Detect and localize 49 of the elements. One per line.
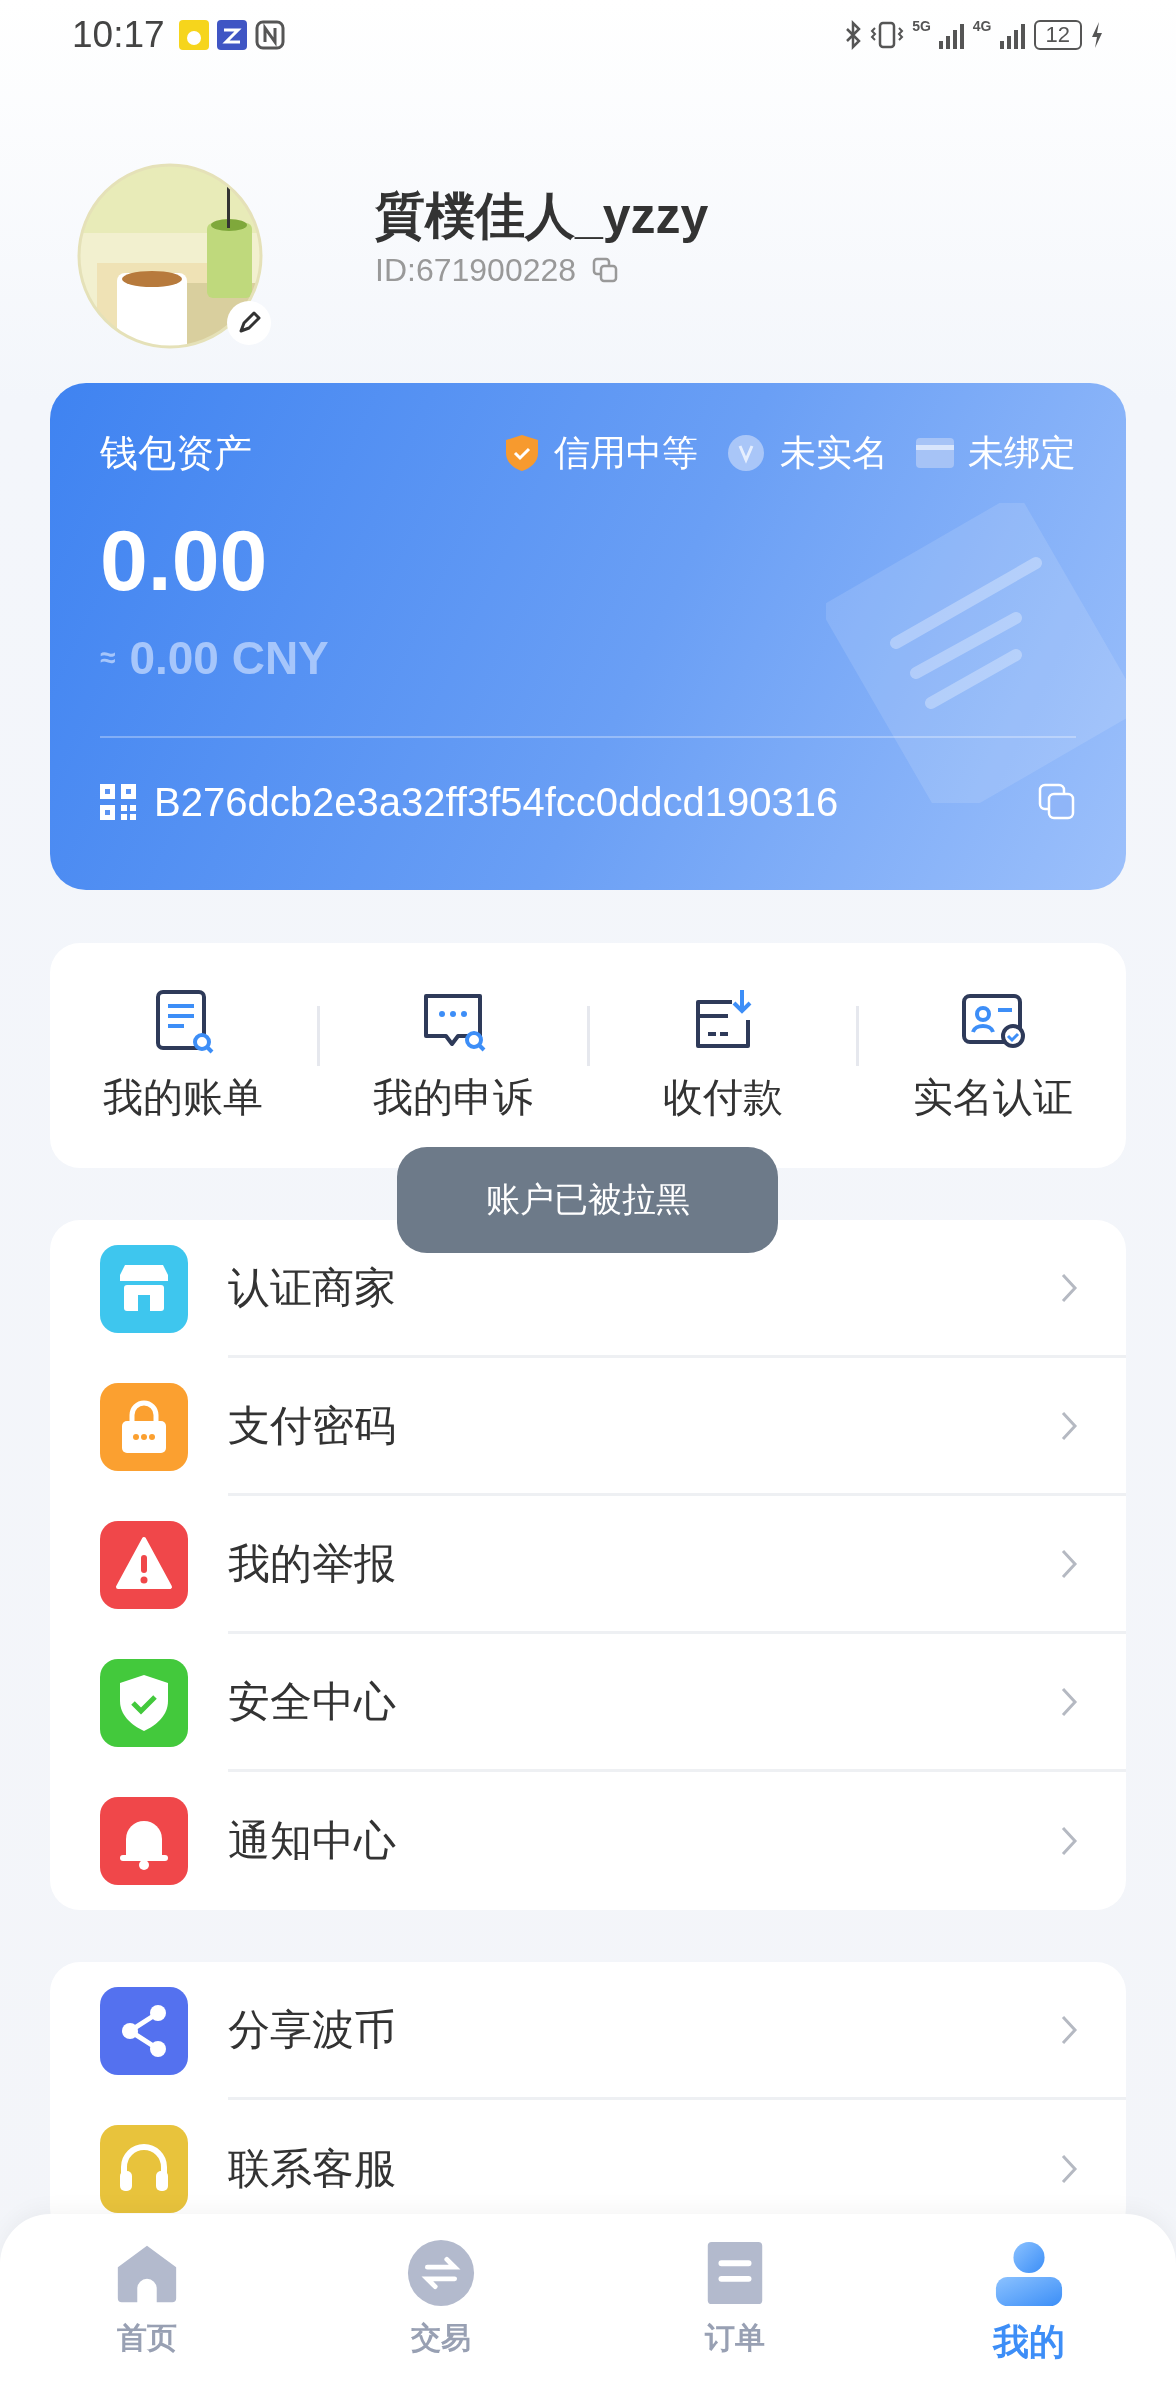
shortcut-label[interactable]: 我的申诉	[373, 1070, 534, 1125]
status-label: 未实名	[780, 430, 888, 475]
copy-icon[interactable]	[592, 257, 619, 283]
network-label: 5G	[912, 18, 931, 34]
chevron-right-icon[interactable]	[1060, 2013, 1078, 2046]
menu-item[interactable]: 分享波币	[228, 2001, 1060, 2058]
chevron-right-icon[interactable]	[1060, 1409, 1078, 1442]
status-label: 信用中等	[554, 430, 698, 475]
nfc-icon	[254, 20, 285, 50]
balance-amount: 0.00	[100, 511, 269, 610]
chevron-right-icon[interactable]	[1060, 2153, 1078, 2185]
user-id: ID:671900228	[375, 251, 577, 289]
battery-level: 12	[1033, 20, 1082, 50]
menu-item[interactable]: 安全中心	[228, 1673, 1060, 1730]
menu-item[interactable]: 我的举报	[228, 1535, 1060, 1592]
status-label: 未绑定	[968, 430, 1076, 475]
edit-icon[interactable]	[227, 301, 271, 345]
signal-icon	[999, 21, 1026, 49]
chevron-right-icon[interactable]	[1060, 1271, 1078, 1304]
user-name: 質樸佳人_yzzy	[375, 186, 709, 246]
converted-amount: 0.00 CNY	[129, 631, 329, 685]
toast-message: 账户已被拉黑	[397, 1147, 778, 1253]
charging-icon	[1090, 20, 1104, 50]
exchange-icon	[406, 2238, 476, 2308]
menu-item[interactable]: 联系客服	[228, 2141, 1060, 2197]
app-notification-icon	[178, 20, 209, 50]
chevron-right-icon[interactable]	[1060, 1685, 1078, 1718]
vibrate-icon	[870, 20, 905, 50]
shortcut-label[interactable]: 我的账单	[103, 1070, 264, 1125]
signal-icon	[938, 21, 965, 49]
wallet-address: B276dcb2e3a32ff3f54fcc0ddcd190316	[154, 779, 839, 825]
status-time: 10:17	[72, 14, 165, 56]
copy-icon[interactable]	[1038, 783, 1076, 821]
menu-item[interactable]: 认证商家	[228, 1259, 1060, 1316]
shortcut-label[interactable]: 收付款	[662, 1070, 783, 1125]
shield-check-icon	[504, 434, 540, 472]
verified-badge-icon	[726, 433, 766, 473]
qr-code-icon[interactable]	[100, 784, 136, 820]
wallet-title: 钱包资产	[100, 430, 252, 476]
network-label: 4G	[972, 18, 992, 34]
app-notification-icon	[216, 20, 247, 50]
menu-item[interactable]: 支付密码	[228, 1397, 1060, 1454]
shortcut-label[interactable]: 实名认证	[912, 1070, 1073, 1125]
chevron-right-icon[interactable]	[1060, 1825, 1078, 1857]
chevron-right-icon[interactable]	[1060, 1547, 1078, 1580]
bluetooth-icon	[844, 20, 863, 50]
menu-item[interactable]: 通知中心	[228, 1813, 1060, 1869]
bank-card-icon	[916, 438, 954, 468]
approx-sign: ≈	[100, 642, 116, 674]
